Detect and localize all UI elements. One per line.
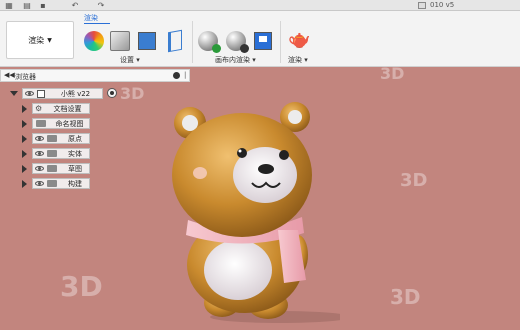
stop-incanvas-render-button[interactable] — [226, 31, 249, 53]
tree-item-label: 原点 — [68, 134, 82, 143]
component-icon — [37, 89, 45, 98]
tree-item[interactable]: 原点 — [32, 133, 90, 144]
workspace-selector[interactable]: 渲染 ▼ — [6, 21, 74, 59]
eye-icon[interactable] — [25, 91, 34, 96]
folder-icon — [36, 120, 46, 127]
tree-item[interactable]: 命名视图 — [32, 118, 90, 129]
expand-arrow-icon[interactable] — [22, 165, 27, 173]
expand-arrow-icon[interactable] — [22, 105, 27, 113]
tree-item[interactable]: ⚙ 文档设置 — [32, 103, 90, 114]
tree-item-label: 构建 — [68, 179, 82, 188]
render-sphere-icon — [198, 31, 221, 53]
file-menu-icon[interactable]: ▤ — [22, 1, 32, 10]
active-tab-indicator — [84, 23, 110, 24]
tree-row: 命名视图 — [20, 118, 100, 129]
tree-row: 草图 — [20, 163, 100, 174]
scene-settings-icon — [110, 31, 130, 51]
eye-icon[interactable] — [35, 151, 44, 156]
expand-arrow-icon[interactable] — [22, 135, 27, 143]
decal-button[interactable] — [168, 29, 182, 53]
tree-row: 构建 — [20, 178, 100, 189]
tree-row: 原点 — [20, 133, 100, 144]
chevron-down-icon: ▼ — [47, 36, 52, 44]
tree-row: ⚙ 文档设置 — [20, 103, 100, 114]
folder-icon — [47, 150, 57, 157]
capture-image-button[interactable] — [254, 32, 272, 50]
component-node-root[interactable]: 小熊 v22 — [22, 88, 103, 99]
browser-panel-header: ◀◀ 浏览器 | — [0, 69, 190, 82]
tree-item-label: 命名视图 — [55, 119, 84, 128]
expand-arrow-icon[interactable] — [22, 120, 27, 128]
workspace-label: 渲染 — [28, 35, 45, 45]
pin-icon[interactable] — [173, 72, 180, 79]
start-incanvas-render-button[interactable] — [198, 31, 221, 53]
folder-icon — [47, 180, 57, 187]
bear-model[interactable] — [160, 95, 350, 325]
tree-row: 实体 — [20, 148, 100, 159]
activate-radio[interactable] — [107, 88, 117, 98]
appearance-button[interactable] — [84, 31, 104, 51]
browser-title: 浏览器 — [15, 73, 36, 81]
watermark: 3D — [60, 270, 103, 303]
undo-icon[interactable]: ↶ — [70, 1, 80, 10]
tree-item-label: 文档设置 — [53, 104, 82, 113]
watermark: 3D — [400, 170, 428, 191]
expand-arrow-icon[interactable] — [22, 180, 27, 188]
texture-map-button[interactable] — [138, 32, 156, 50]
watermark: 3D — [390, 285, 421, 309]
folder-icon — [47, 165, 57, 172]
render-button[interactable]: 🫖 — [288, 30, 310, 50]
tree-item[interactable]: 草图 — [32, 163, 90, 174]
divider — [280, 21, 281, 63]
eye-icon[interactable] — [35, 181, 44, 186]
gear-icon: ⚙ — [35, 103, 43, 113]
tree-item-label: 小熊 v22 — [60, 89, 91, 98]
tab-render[interactable]: 渲染 — [84, 13, 98, 23]
teapot-icon: 🫖 — [288, 29, 311, 50]
expand-arrow-icon[interactable] — [10, 91, 18, 96]
save-icon[interactable]: ▪ — [38, 1, 48, 10]
tree-item[interactable]: 构建 — [32, 178, 90, 189]
eye-icon[interactable] — [35, 166, 44, 171]
grid-menu-icon[interactable]: ▦ — [4, 1, 14, 10]
group-label-settings[interactable]: 设置 ▾ — [120, 55, 140, 65]
decal-icon — [168, 29, 182, 53]
toolbar-ribbon: 渲染 ▼ 渲染 设置 ▾ 画布内渲染 ▾ 🫖 渲染 ▾ — [0, 11, 520, 67]
panel-divider: | — [184, 71, 187, 79]
tree-item[interactable]: 实体 — [32, 148, 90, 159]
document-title: 010 v5 — [430, 1, 455, 9]
tree-item-label: 实体 — [68, 149, 82, 158]
scene-settings-button[interactable] — [110, 31, 130, 51]
title-bar: ▦ ▤ ▪ ↶ ↷ 010 v5 — [0, 0, 520, 11]
tree-row-root: 小熊 v22 — [10, 88, 117, 99]
capture-image-icon — [254, 32, 272, 50]
play-icon — [212, 44, 221, 53]
collapse-panel-icon[interactable]: ◀◀ — [4, 71, 15, 79]
render-sphere-stop-icon — [226, 31, 249, 53]
tree-item-label: 草图 — [68, 164, 82, 173]
group-label-incanvas-render[interactable]: 画布内渲染 ▾ — [215, 55, 256, 65]
expand-arrow-icon[interactable] — [22, 150, 27, 158]
watermark: 3D — [120, 84, 145, 103]
redo-icon[interactable]: ↷ — [96, 1, 106, 10]
stop-icon — [240, 44, 249, 53]
bear-model-render — [172, 102, 350, 323]
document-icon — [418, 2, 426, 9]
folder-icon — [47, 135, 57, 142]
texture-icon — [138, 32, 156, 50]
divider — [192, 21, 193, 63]
eye-icon[interactable] — [35, 136, 44, 141]
watermark: 3D — [380, 64, 405, 83]
color-wheel-icon — [84, 31, 104, 51]
group-label-render[interactable]: 渲染 ▾ — [288, 55, 308, 65]
